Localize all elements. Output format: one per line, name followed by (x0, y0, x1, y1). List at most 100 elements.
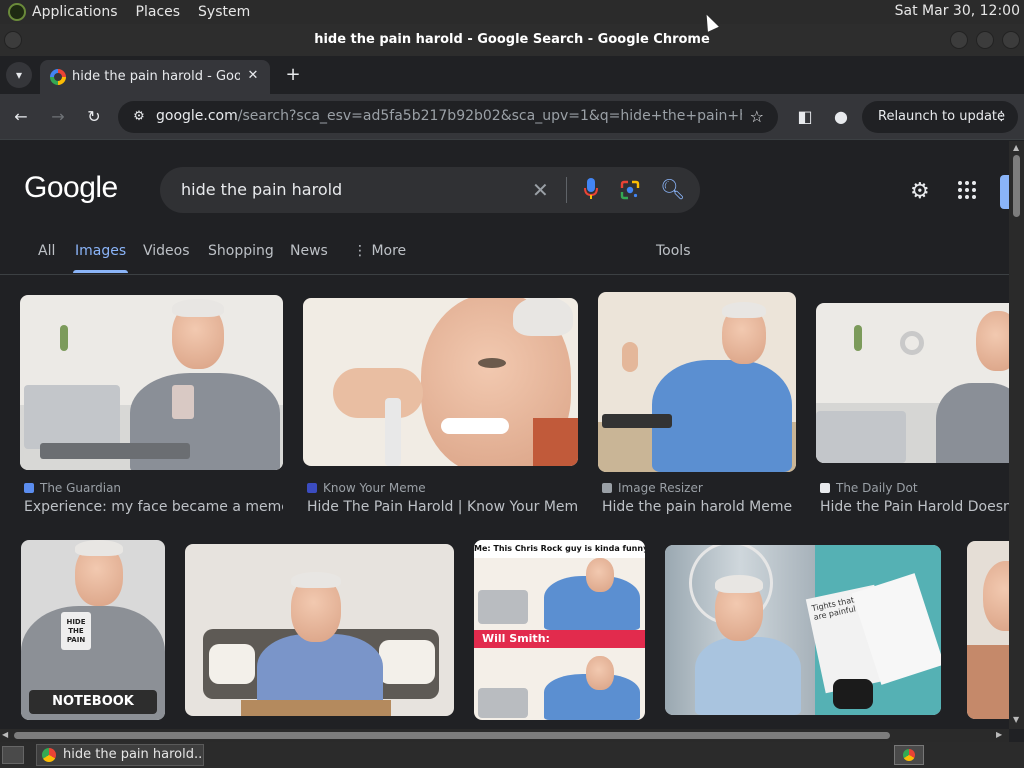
back-button[interactable]: ← (10, 106, 32, 128)
tab-more[interactable]: ⋮ More (353, 243, 406, 259)
google-apps-icon[interactable] (958, 181, 976, 199)
show-desktop-button[interactable] (2, 746, 24, 764)
microphone-icon[interactable] (584, 177, 598, 201)
horizontal-scrollbar[interactable]: ◀ ▶ (0, 729, 1009, 742)
url-text[interactable]: google.com/search?sca_esv=ad5fa5b217b92b… (156, 108, 742, 124)
more-dots-icon: ⋮ (353, 243, 372, 259)
settings-gear-icon[interactable]: ⚙ (910, 179, 930, 204)
image-result-7[interactable]: Me: This Chris Rock guy is kinda funny W… (474, 540, 645, 720)
search-icon[interactable]: 🔍︎ (660, 177, 685, 201)
result-title[interactable]: Hide the Pain Harold Doesn't W (820, 499, 1009, 515)
relaunch-button[interactable]: Relaunch to update ⋮ (862, 101, 1018, 133)
tray-chrome-icon[interactable] (894, 745, 924, 765)
top-panel: Applications Places System Sat Mar 30, 1… (0, 0, 1024, 24)
result-source: Know Your Meme (307, 481, 426, 495)
notebook-badge: NOTEBOOK (29, 690, 157, 714)
vertical-scroll-thumb[interactable] (1013, 155, 1020, 217)
result-image[interactable] (303, 298, 578, 466)
sign-in-button[interactable] (1000, 175, 1009, 209)
image-result-9[interactable] (967, 541, 1009, 719)
side-panel-button[interactable]: ◧ (794, 106, 816, 128)
menu-system[interactable]: System (198, 4, 250, 20)
search-divider (566, 177, 567, 203)
search-input[interactable]: hide the pain harold (181, 180, 342, 199)
result-source: The Guardian (24, 481, 121, 495)
reload-button[interactable]: ↻ (83, 106, 105, 128)
bookmark-star-icon[interactable]: ☆ (750, 107, 764, 126)
tab-title: hide the pain harold - Google Search (72, 69, 240, 84)
browser-tab[interactable]: hide the pain harold - Google Search ✕ (40, 60, 270, 94)
result-image[interactable] (20, 295, 283, 470)
image-result-3[interactable]: Image Resizer Hide the pain harold Meme … (598, 292, 796, 520)
result-title[interactable]: Experience: my face became a meme ... (24, 499, 283, 515)
google-lens-icon[interactable] (620, 180, 640, 200)
site-info-icon[interactable]: ⚙ (130, 108, 148, 126)
clear-search-icon[interactable]: ✕ (532, 178, 549, 202)
tab-news[interactable]: News (290, 243, 328, 259)
image-result-8[interactable]: Tights that rip are painful (665, 545, 941, 715)
result-image[interactable] (816, 303, 1009, 463)
scroll-right-icon[interactable]: ▶ (996, 730, 1002, 739)
clock[interactable]: Sat Mar 30, 12:00 (895, 3, 1020, 19)
kebab-menu-icon[interactable]: ⋮ (995, 101, 1008, 133)
taskbar: hide the pain harold... (0, 742, 1024, 768)
window-title: hide the pain harold - Google Search - G… (314, 32, 710, 47)
scroll-up-icon[interactable]: ▲ (1013, 143, 1019, 152)
taskbar-item-label: hide the pain harold... (63, 747, 204, 762)
arrow-right-icon: → (51, 107, 65, 126)
menu-applications[interactable]: Applications (32, 4, 118, 20)
tab-images[interactable]: Images (72, 243, 129, 273)
scroll-down-icon[interactable]: ▼ (1013, 715, 1019, 724)
maximize-button[interactable] (976, 31, 994, 49)
image-result-2[interactable]: Know Your Meme Hide The Pain Harold | Kn… (303, 295, 578, 520)
tab-shopping[interactable]: Shopping (208, 243, 274, 259)
google-logo[interactable]: Google (24, 171, 118, 205)
tab-close-button[interactable]: ✕ (244, 67, 262, 85)
result-title[interactable]: Hide The Pain Harold | Know Your Meme (307, 499, 578, 515)
relaunch-label: Relaunch to update (878, 109, 1006, 124)
side-panel-icon: ◧ (797, 107, 813, 126)
distro-logo-icon[interactable] (8, 3, 26, 21)
google-favicon-icon (50, 69, 66, 85)
address-bar[interactable]: ⚙ google.com/search?sca_esv=ad5fa5b217b9… (118, 101, 778, 133)
meme-top-caption: Me: This Chris Rock guy is kinda funny (474, 540, 645, 558)
new-tab-button[interactable]: + (282, 64, 304, 86)
google-results-page: Google hide the pain harold ✕ 🔍︎ ⚙ All I… (0, 141, 1009, 729)
tab-videos[interactable]: Videos (143, 243, 190, 259)
result-image[interactable] (598, 292, 796, 472)
search-box[interactable]: hide the pain harold ✕ 🔍︎ (160, 167, 700, 213)
imageresizer-favicon-icon (602, 483, 612, 493)
result-title[interactable]: Hide the pain harold Meme ... (602, 499, 796, 515)
forward-button[interactable]: → (47, 106, 69, 128)
mug-text: HIDE THE PAIN (61, 612, 91, 650)
close-window-button[interactable] (1002, 31, 1020, 49)
plus-icon: + (285, 64, 301, 85)
guardian-favicon-icon (24, 483, 34, 493)
horizontal-scroll-thumb[interactable] (14, 732, 890, 739)
taskbar-item-chrome[interactable]: hide the pain harold... (36, 744, 204, 766)
image-result-4[interactable]: The Daily Dot Hide the Pain Harold Doesn… (816, 295, 1009, 520)
url-path: /search?sca_esv=ad5fa5b217b92b02&sca_upv… (237, 108, 742, 124)
tabstrip: ▾ hide the pain harold - Google Search ✕… (0, 56, 1024, 94)
image-result-5[interactable]: HIDE THE PAIN NOTEBOOK (21, 540, 165, 720)
image-result-6[interactable] (185, 544, 454, 716)
result-source: The Daily Dot (820, 481, 918, 495)
profile-button[interactable]: ● (830, 106, 852, 128)
search-type-tabs: All Images Videos Shopping News ⋮ More T… (0, 239, 1009, 275)
tab-search-button[interactable]: ▾ (6, 62, 32, 88)
reload-icon: ↻ (87, 107, 101, 126)
tab-more-label: More (371, 243, 407, 259)
tab-all[interactable]: All (38, 243, 55, 259)
chevron-down-icon: ▾ (15, 68, 23, 82)
meme-bottom-caption: Will Smith: (474, 630, 645, 648)
tools-button[interactable]: Tools (656, 243, 691, 259)
vertical-scrollbar[interactable]: ▲ ▼ (1009, 141, 1024, 729)
dailydot-favicon-icon (820, 483, 830, 493)
minimize-button[interactable] (950, 31, 968, 49)
image-result-1[interactable]: The Guardian Experience: my face became … (20, 295, 283, 520)
window-menu-button[interactable] (4, 31, 22, 49)
window-titlebar: hide the pain harold - Google Search - G… (0, 24, 1024, 56)
url-host: google.com (156, 108, 238, 124)
menu-places[interactable]: Places (136, 4, 181, 20)
scroll-left-icon[interactable]: ◀ (2, 730, 8, 739)
